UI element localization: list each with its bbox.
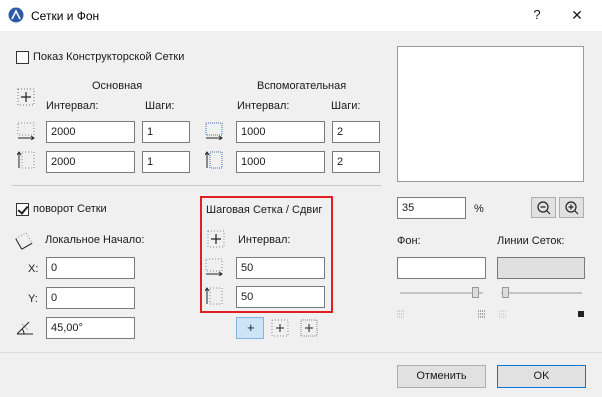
zoom-out-icon [537, 201, 551, 215]
zoom-field[interactable]: 35 [397, 197, 466, 219]
snap-mode-3-icon [300, 319, 318, 337]
origin-x-label: X: [28, 263, 39, 275]
grid-lines-label: Линии Сеток: [497, 235, 565, 247]
grid-lines-slider-track [501, 292, 582, 294]
snap-grid-header: Шаговая Сетка / Сдвиг [206, 204, 323, 216]
window-title: Сетки и Фон [31, 9, 100, 23]
snap-vertical-icon [205, 287, 223, 305]
background-slider-thumb[interactable] [472, 287, 479, 298]
aux-y-steps-field[interactable]: 2 [332, 151, 380, 173]
archicad-icon [8, 7, 24, 23]
main-x-interval-field[interactable]: 2000 [46, 121, 135, 143]
origin-y-field[interactable]: 0 [46, 287, 135, 309]
main-y-interval-field[interactable]: 2000 [46, 151, 135, 173]
aux-x-interval-field[interactable]: 1000 [236, 121, 325, 143]
main-grid-header: Основная [92, 80, 143, 92]
aux-y-interval-field[interactable]: 1000 [236, 151, 325, 173]
local-origin-icon [15, 232, 33, 250]
background-color-swatch[interactable] [397, 257, 486, 279]
origin-y-label: Y: [28, 293, 38, 305]
dark-grid-icon [478, 310, 486, 318]
rotate-grid-checkbox[interactable] [16, 203, 29, 216]
snap-mode-button-3[interactable] [299, 317, 319, 339]
help-button[interactable]: ? [525, 4, 549, 26]
local-origin-label: Локальное Начало: [45, 234, 145, 246]
light-grid-icon [397, 310, 405, 318]
snap-mode-button-1[interactable]: + [236, 317, 264, 339]
show-construction-grid-label: Показ Конструкторской Сетки [33, 51, 185, 63]
rotation-angle-field[interactable]: 45,00° [46, 317, 135, 339]
close-button[interactable]: ✕ [565, 4, 589, 26]
main-grid-horizontal-icon [17, 122, 35, 140]
light-lines-icon [499, 310, 507, 318]
aux-x-steps-field[interactable]: 2 [332, 121, 380, 143]
snap-interval-label: Интервал: [238, 234, 291, 246]
dark-lines-icon [578, 311, 584, 317]
title-bar: Сетки и Фон ? ✕ [0, 0, 602, 31]
main-interval-label: Интервал: [46, 100, 99, 112]
aux-grid-horizontal-icon [205, 122, 223, 140]
grid-lines-slider-thumb[interactable] [502, 287, 509, 298]
snap-mode-1-icon: + [247, 320, 255, 335]
aux-grid-vertical-icon [205, 151, 223, 169]
rotate-grid-label: поворот Сетки [33, 203, 107, 215]
preview-panel [397, 46, 584, 182]
ok-button[interactable]: OK [497, 365, 586, 388]
snap-x-field[interactable]: 50 [236, 257, 325, 279]
grid-lines-color-swatch[interactable] [497, 257, 585, 279]
section-divider [12, 185, 381, 186]
background-slider-track [400, 292, 483, 294]
background-label: Фон: [397, 235, 421, 247]
snap-mode-2-icon [271, 319, 289, 337]
snap-y-field[interactable]: 50 [236, 286, 325, 308]
footer-divider [0, 352, 602, 353]
main-steps-label: Шаги: [145, 100, 175, 112]
aux-grid-header: Вспомогательная [257, 80, 347, 92]
aux-steps-label: Шаги: [331, 100, 361, 112]
aux-interval-label: Интервал: [237, 100, 290, 112]
snap-mode-button-2[interactable] [270, 317, 290, 339]
snap-grid-icon [207, 230, 225, 248]
zoom-out-button[interactable] [531, 197, 556, 218]
main-y-steps-field[interactable]: 1 [142, 151, 190, 173]
show-construction-grid-checkbox[interactable] [16, 51, 29, 64]
construction-grid-icon [17, 88, 35, 106]
angle-icon [16, 321, 33, 335]
zoom-unit: % [474, 203, 484, 215]
cancel-button[interactable]: Отменить [397, 365, 486, 388]
snap-horizontal-icon [205, 258, 223, 276]
origin-x-field[interactable]: 0 [46, 257, 135, 279]
main-grid-vertical-icon [17, 151, 35, 169]
zoom-in-button[interactable] [559, 197, 584, 218]
main-x-steps-field[interactable]: 1 [142, 121, 190, 143]
zoom-in-icon [565, 201, 579, 215]
